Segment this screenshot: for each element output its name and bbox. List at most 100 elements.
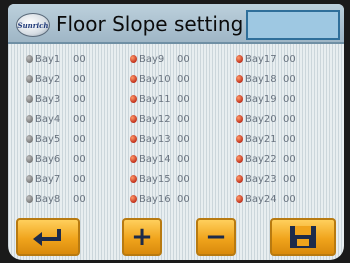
bay-item[interactable]: Bay14 00 bbox=[130, 150, 197, 168]
increment-button[interactable]: + bbox=[122, 218, 162, 256]
bay-label: Bay5 bbox=[35, 133, 61, 145]
bay-label: Bay23 bbox=[245, 173, 277, 185]
bay-label: Bay1 bbox=[35, 53, 61, 65]
indicator-dot-icon bbox=[26, 55, 33, 63]
bay-item[interactable]: Bay24 00 bbox=[236, 190, 303, 208]
bay-item[interactable]: Bay3 00 bbox=[26, 90, 93, 108]
bay-label: Bay7 bbox=[35, 173, 61, 185]
bay-item[interactable]: Bay21 00 bbox=[236, 130, 303, 148]
bay-item[interactable]: Bay9 00 bbox=[130, 50, 197, 68]
bay-item[interactable]: Bay22 00 bbox=[236, 150, 303, 168]
plus-label: + bbox=[131, 222, 153, 252]
back-button[interactable] bbox=[16, 218, 80, 256]
bay-value: 00 bbox=[73, 193, 86, 205]
bay-item[interactable]: Bay19 00 bbox=[236, 90, 303, 108]
save-disk-icon bbox=[290, 226, 316, 248]
bay-item[interactable]: Bay16 00 bbox=[130, 190, 197, 208]
bay-label: Bay17 bbox=[245, 53, 277, 65]
indicator-dot-icon bbox=[236, 55, 243, 63]
bay-label: Bay18 bbox=[245, 73, 277, 85]
hmi-screen: Sunrich Floor Slope setting Bay1 00 Bay2… bbox=[8, 4, 344, 260]
indicator-dot-icon bbox=[26, 75, 33, 83]
bay-label: Bay11 bbox=[139, 93, 171, 105]
bay-label: Bay24 bbox=[245, 193, 277, 205]
bay-item[interactable]: Bay6 00 bbox=[26, 150, 93, 168]
indicator-dot-icon bbox=[236, 95, 243, 103]
bay-item[interactable]: Bay7 00 bbox=[26, 170, 93, 188]
indicator-dot-icon bbox=[236, 115, 243, 123]
bay-value: 00 bbox=[177, 173, 190, 185]
bay-label: Bay15 bbox=[139, 173, 171, 185]
bay-item[interactable]: Bay5 00 bbox=[26, 130, 93, 148]
bay-value: 00 bbox=[177, 133, 190, 145]
bay-value: 00 bbox=[73, 93, 86, 105]
logo-text: Sunrich bbox=[17, 20, 49, 30]
bay-item[interactable]: Bay10 00 bbox=[130, 70, 197, 88]
bay-value: 00 bbox=[73, 113, 86, 125]
minus-label: − bbox=[205, 222, 227, 252]
bay-label: Bay4 bbox=[35, 113, 61, 125]
indicator-dot-icon bbox=[26, 95, 33, 103]
indicator-dot-icon bbox=[130, 135, 137, 143]
bay-item[interactable]: Bay2 00 bbox=[26, 70, 93, 88]
bay-label: Bay13 bbox=[139, 133, 171, 145]
bay-label: Bay3 bbox=[35, 93, 61, 105]
bay-label: Bay20 bbox=[245, 113, 277, 125]
bay-value: 00 bbox=[283, 53, 296, 65]
bay-value: 00 bbox=[177, 153, 190, 165]
bay-value: 00 bbox=[283, 153, 296, 165]
bay-item[interactable]: Bay4 00 bbox=[26, 110, 93, 128]
decrement-button[interactable]: − bbox=[196, 218, 236, 256]
indicator-dot-icon bbox=[130, 155, 137, 163]
bay-value: 00 bbox=[177, 193, 190, 205]
bay-grid: Bay1 00 Bay2 00 Bay3 00 Bay4 00 Bay5 00 … bbox=[16, 50, 336, 210]
indicator-dot-icon bbox=[26, 175, 33, 183]
bay-value: 00 bbox=[283, 173, 296, 185]
bay-value: 00 bbox=[177, 113, 190, 125]
bay-value: 00 bbox=[177, 93, 190, 105]
indicator-dot-icon bbox=[130, 95, 137, 103]
bay-label: Bay6 bbox=[35, 153, 61, 165]
bay-value: 00 bbox=[73, 173, 86, 185]
bay-label: Bay22 bbox=[245, 153, 277, 165]
bay-item[interactable]: Bay20 00 bbox=[236, 110, 303, 128]
bay-item[interactable]: Bay11 00 bbox=[130, 90, 197, 108]
bay-item[interactable]: Bay8 00 bbox=[26, 190, 93, 208]
status-display bbox=[246, 10, 340, 40]
brand-logo: Sunrich bbox=[16, 13, 50, 37]
bay-value: 00 bbox=[283, 93, 296, 105]
indicator-dot-icon bbox=[130, 115, 137, 123]
header-bar: Sunrich Floor Slope setting bbox=[8, 4, 344, 44]
indicator-dot-icon bbox=[130, 195, 137, 203]
bay-value: 00 bbox=[177, 73, 190, 85]
bay-label: Bay16 bbox=[139, 193, 171, 205]
back-arrow-icon bbox=[33, 229, 61, 246]
indicator-dot-icon bbox=[236, 135, 243, 143]
bay-item[interactable]: Bay23 00 bbox=[236, 170, 303, 188]
bay-value: 00 bbox=[73, 153, 86, 165]
indicator-dot-icon bbox=[236, 195, 243, 203]
bay-label: Bay9 bbox=[139, 53, 165, 65]
bay-item[interactable]: Bay15 00 bbox=[130, 170, 197, 188]
bay-item[interactable]: Bay1 00 bbox=[26, 50, 93, 68]
bay-label: Bay19 bbox=[245, 93, 277, 105]
bay-value: 00 bbox=[73, 73, 86, 85]
bay-item[interactable]: Bay17 00 bbox=[236, 50, 303, 68]
bay-item[interactable]: Bay18 00 bbox=[236, 70, 303, 88]
indicator-dot-icon bbox=[130, 75, 137, 83]
indicator-dot-icon bbox=[26, 195, 33, 203]
bay-item[interactable]: Bay12 00 bbox=[130, 110, 197, 128]
bay-item[interactable]: Bay13 00 bbox=[130, 130, 197, 148]
save-button[interactable] bbox=[270, 218, 336, 256]
bay-label: Bay10 bbox=[139, 73, 171, 85]
indicator-dot-icon bbox=[26, 115, 33, 123]
bay-label: Bay2 bbox=[35, 73, 61, 85]
bay-value: 00 bbox=[73, 53, 86, 65]
bay-value: 00 bbox=[283, 113, 296, 125]
bay-value: 00 bbox=[283, 193, 296, 205]
indicator-dot-icon bbox=[130, 175, 137, 183]
bay-value: 00 bbox=[177, 53, 190, 65]
indicator-dot-icon bbox=[26, 135, 33, 143]
bay-label: Bay21 bbox=[245, 133, 277, 145]
bay-label: Bay8 bbox=[35, 193, 61, 205]
